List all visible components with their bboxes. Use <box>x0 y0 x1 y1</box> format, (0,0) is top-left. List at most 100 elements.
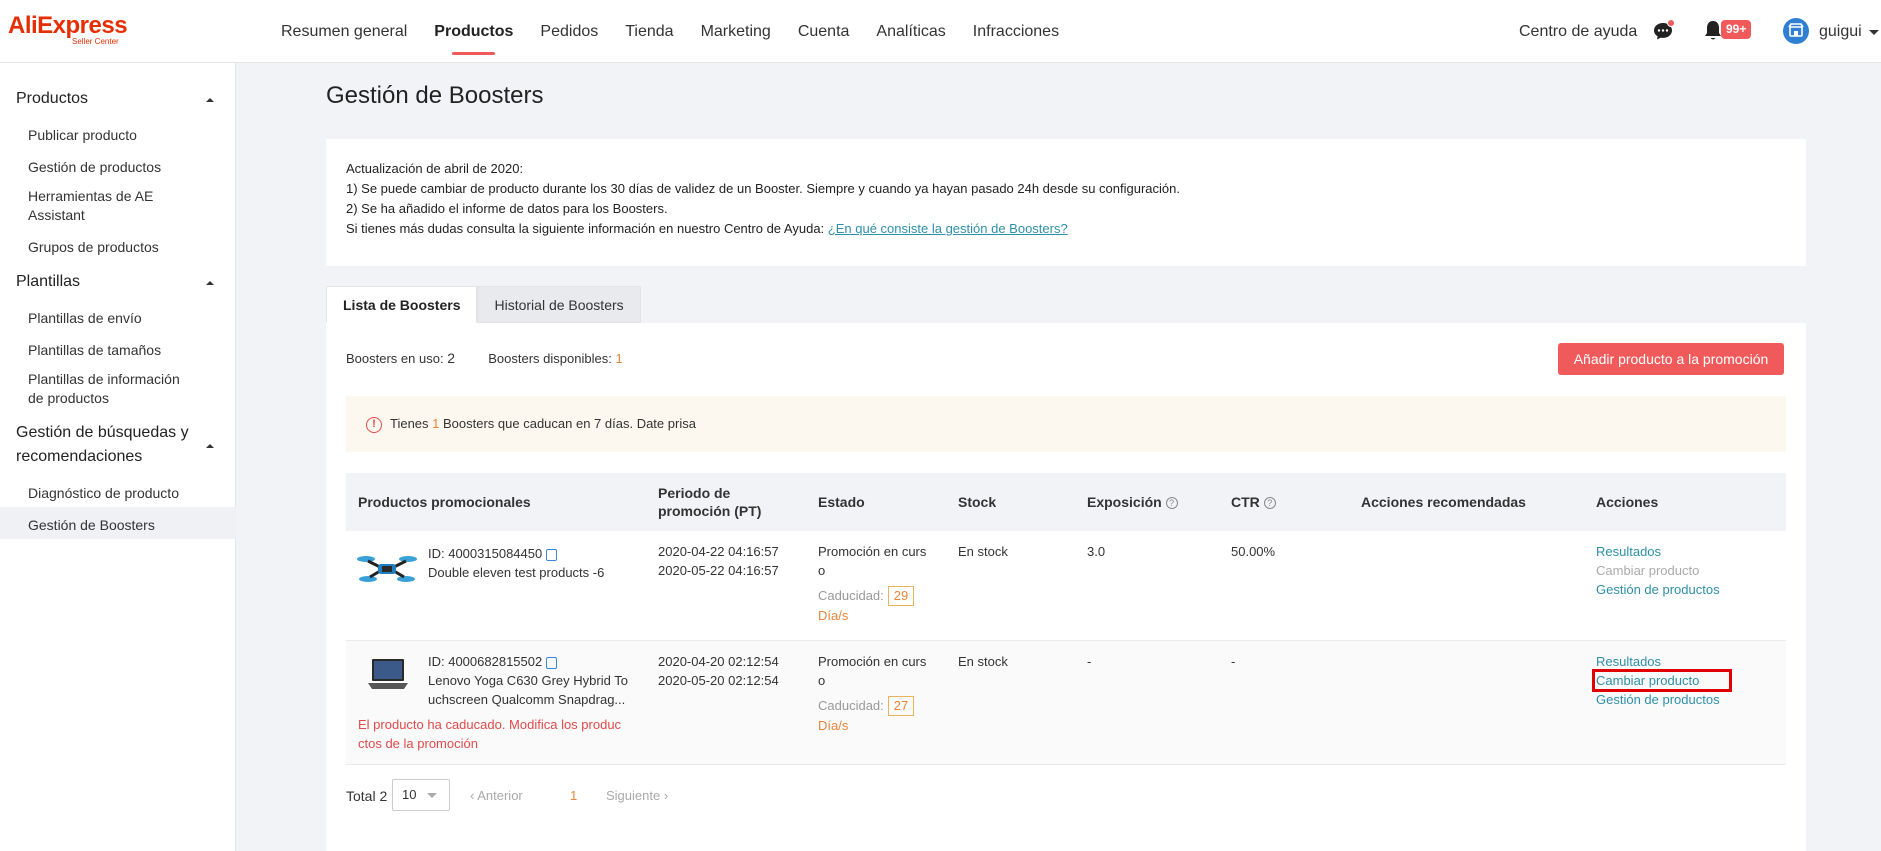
product-id: ID: 4000682815502 <box>428 652 638 671</box>
sidebar-item-diagnostico[interactable]: Diagnóstico de producto <box>28 484 208 503</box>
sidebar-item-boosters[interactable]: Gestión de Boosters <box>28 516 208 535</box>
expiry-label: Caducidad: <box>818 588 884 603</box>
stock-value: En stock <box>958 544 1008 559</box>
period-start: 2020-04-20 02:12:54 <box>658 654 779 669</box>
alert-text: Boosters que caducan en 7 días. Date pri… <box>439 416 696 431</box>
expiry-days: 27 <box>887 696 915 716</box>
sidebar-item-gestion-productos[interactable]: Gestión de productos <box>28 158 208 177</box>
sidebar-item-informacion[interactable]: Plantillas de información de productos <box>28 370 188 408</box>
tab-lista-boosters[interactable]: Lista de Boosters <box>326 286 478 323</box>
chevron-up-icon[interactable] <box>206 444 214 448</box>
results-link[interactable]: Resultados <box>1596 542 1720 561</box>
nav-tienda[interactable]: Tienda <box>625 0 673 63</box>
help-center-link[interactable]: Centro de ayuda <box>1519 0 1637 63</box>
nav-analiticas[interactable]: Analíticas <box>876 0 945 63</box>
notice-text: Si tienes más dudas consulta la siguient… <box>346 221 828 236</box>
page-size-value: 10 <box>402 787 417 802</box>
expired-message: El producto ha caducado. Modifica los pr… <box>358 715 648 753</box>
status-text: Promoción en curs <box>818 544 927 559</box>
col-ctr: CTR? <box>1231 493 1276 511</box>
highlight-box <box>1592 669 1732 692</box>
laptop-product-image[interactable] <box>356 653 418 699</box>
avatar[interactable] <box>1783 18 1809 44</box>
page-size-select[interactable]: 10 <box>392 779 450 811</box>
expiry-alert: ! Tienes 1 Boosters que caducan en 7 día… <box>346 396 1786 452</box>
notification-badge: 99+ <box>1721 20 1752 39</box>
sidebar-item-grupos[interactable]: Grupos de productos <box>28 238 208 257</box>
expiry-days: 29 <box>887 586 915 606</box>
chevron-down-icon[interactable] <box>1869 30 1879 35</box>
copy-icon[interactable] <box>546 656 558 669</box>
nav-resumen[interactable]: Resumen general <box>281 0 407 63</box>
chat-unread-dot <box>1667 19 1675 27</box>
update-notice: Actualización de abril de 2020: 1) Se pu… <box>326 139 1806 266</box>
status-text-wrap: o <box>818 673 826 688</box>
product-id-text: ID: 4000315084450 <box>428 546 543 561</box>
nav-cuenta[interactable]: Cuenta <box>798 0 850 63</box>
col-ctr-label: CTR <box>1231 494 1260 510</box>
booster-panel: Boosters en uso: 2 Boosters disponibles:… <box>326 323 1806 851</box>
available-value: 1 <box>615 351 623 366</box>
exposure-value: 3.0 <box>1087 544 1106 559</box>
logo-text: AliExpress <box>8 12 128 39</box>
product-info: ID: 4000315084450 Double eleven test pro… <box>428 544 628 582</box>
store-icon <box>1788 23 1804 37</box>
help-icon[interactable]: ? <box>1263 497 1276 510</box>
days-unit: Día/s <box>818 608 849 623</box>
copy-icon[interactable] <box>546 548 558 561</box>
help-article-link[interactable]: ¿En qué consiste la gestión de Boosters? <box>828 221 1068 236</box>
tab-historial-boosters[interactable]: Historial de Boosters <box>477 286 641 323</box>
ctr-value: 50.00% <box>1231 544 1276 559</box>
stock-value: En stock <box>958 654 1008 669</box>
nav-infracciones[interactable]: Infracciones <box>973 0 1059 63</box>
in-use-label: Boosters en uso: <box>346 351 444 366</box>
sidebar-group-busquedas[interactable]: Gestión de búsquedas y recomendaciones <box>16 421 206 469</box>
prev-page-button: ‹ Anterior <box>470 788 523 803</box>
sidebar-group-productos[interactable]: Productos <box>16 87 88 111</box>
chevron-up-icon[interactable] <box>206 281 214 285</box>
chevron-up-icon[interactable] <box>206 98 214 102</box>
sidebar-item-envio[interactable]: Plantillas de envío <box>28 309 208 328</box>
user-name[interactable]: guigui <box>1819 0 1862 63</box>
nav-pedidos[interactable]: Pedidos <box>540 0 598 63</box>
change-product-link: Cambiar producto <box>1596 563 1700 578</box>
sidebar-group-plantillas[interactable]: Plantillas <box>16 270 80 294</box>
sidebar-item-publicar[interactable]: Publicar producto <box>28 126 208 145</box>
total-count: Total 2 <box>346 788 388 804</box>
add-product-button[interactable]: Añadir producto a la promoción <box>1558 343 1784 375</box>
period-end: 2020-05-20 02:12:54 <box>658 673 779 688</box>
nav-productos[interactable]: Productos <box>434 0 513 63</box>
booster-counts: Boosters en uso: 2 Boosters disponibles:… <box>346 350 623 366</box>
table-header: Productos promocionales Periodo de promo… <box>346 473 1786 531</box>
aliexpress-logo[interactable]: AliExpress Seller Center <box>8 14 138 50</box>
bell-icon[interactable] <box>1703 20 1723 42</box>
booster-tabs: Lista de Boosters Historial de Boosters <box>326 286 641 323</box>
page-title: Gestión de Boosters <box>326 82 544 109</box>
help-icon[interactable]: ? <box>1165 497 1178 510</box>
current-page[interactable]: 1 <box>570 788 577 803</box>
available-label: Boosters disponibles: <box>488 351 612 366</box>
nav-marketing[interactable]: Marketing <box>701 0 771 63</box>
pagination: Total 2 10 ‹ Anterior 1 Siguiente › <box>346 779 668 811</box>
ctr-value: - <box>1231 654 1236 669</box>
status-cell: Promoción en curs o Caducidad: 27 Día/s <box>818 652 938 735</box>
product-name[interactable]: Double eleven test products -6 <box>428 563 628 582</box>
product-name[interactable]: Lenovo Yoga C630 Grey Hybrid To <box>428 671 638 690</box>
product-info: ID: 4000682815502 Lenovo Yoga C630 Grey … <box>428 652 638 709</box>
sidebar-item-ae-assistant[interactable]: Herramientas de AE Assistant <box>28 187 178 225</box>
manage-products-link[interactable]: Gestión de productos <box>1596 580 1720 599</box>
exposure-value: - <box>1087 654 1092 669</box>
expiry-label: Caducidad: <box>818 698 884 713</box>
product-name-wrap[interactable]: uchscreen Qualcomm Snapdrag... <box>428 690 638 709</box>
notice-line: Actualización de abril de 2020: <box>346 161 524 176</box>
drone-product-image[interactable] <box>356 545 418 591</box>
sidebar: Productos Publicar producto Gestión de p… <box>0 63 236 851</box>
col-productos: Productos promocionales <box>358 494 531 510</box>
manage-products-link[interactable]: Gestión de productos <box>1596 690 1720 709</box>
period-end: 2020-05-22 04:16:57 <box>658 563 779 578</box>
col-exposicion-label: Exposición <box>1087 494 1162 510</box>
sidebar-item-tamanos[interactable]: Plantillas de tamaños <box>28 341 208 360</box>
product-id: ID: 4000315084450 <box>428 544 628 563</box>
prev-label: Anterior <box>477 788 523 803</box>
status-cell: Promoción en curs o Caducidad: 29 Día/s <box>818 542 938 625</box>
